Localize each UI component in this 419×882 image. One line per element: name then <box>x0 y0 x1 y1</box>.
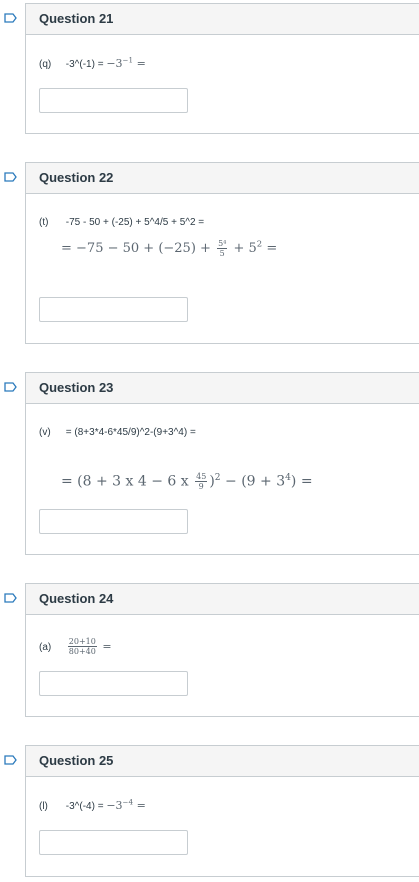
question-prompt: (t) -75 - 50 + (-25) + 5^4/5 + 5^2 = <box>39 216 204 230</box>
answer-input[interactable] <box>39 88 188 113</box>
question-label: (a) <box>39 641 52 653</box>
question-25: Question 25 (l) -3^(-4) = −3−4 = <box>25 745 419 877</box>
question-23: Question 23 (v) = (8+3*4-6*45/9)^2-(9+3^… <box>25 372 419 555</box>
math-expression: −3−1 = <box>106 55 146 70</box>
math-expression: = −75 − 50 + (−25) + 5⁴ 5 + 52 = <box>61 238 278 258</box>
question-label: (v) <box>39 427 51 438</box>
question-title: Question 24 <box>26 584 419 615</box>
math-expression: = (8 + 3 x 4 − 6 x 45 9)2 − (9 + 34) = <box>61 472 313 491</box>
question-text: = (8+3*4-6*45/9)^2-(9+3^4) = <box>65 427 196 438</box>
question-21: Question 21 (q) -3^(-1) = −3−1 = <box>25 3 419 134</box>
flag-icon[interactable] <box>4 13 17 23</box>
question-text: -3^(-1) = <box>65 59 107 70</box>
answer-input[interactable] <box>39 297 188 322</box>
question-prompt: (l) -3^(-4) = −3−4 = <box>39 797 146 814</box>
question-text: -3^(-4) = <box>65 801 104 812</box>
question-prompt: (q) -3^(-1) = −3−1 = <box>39 55 146 72</box>
math-expression: 20+10 80+40 = <box>67 637 112 656</box>
question-text: -75 - 50 + (-25) + 5^4/5 + 5^2 = <box>65 217 205 228</box>
answer-input[interactable] <box>39 509 188 534</box>
question-label: (t) <box>39 217 49 228</box>
question-24: Question 24 (a) 20+10 80+40 = <box>25 583 419 717</box>
answer-input[interactable] <box>39 671 188 696</box>
flag-icon[interactable] <box>4 382 17 392</box>
question-title: Question 25 <box>26 746 419 777</box>
question-title: Question 22 <box>26 163 419 194</box>
answer-input[interactable] <box>39 830 188 855</box>
question-label: (l) <box>39 801 48 812</box>
math-expression: −3−4 = <box>106 797 146 812</box>
question-title: Question 23 <box>26 373 419 404</box>
question-label: (q) <box>39 59 52 70</box>
question-prompt: (v) = (8+3*4-6*45/9)^2-(9+3^4) = <box>39 426 196 440</box>
flag-icon[interactable] <box>4 755 17 765</box>
flag-icon[interactable] <box>4 593 17 603</box>
question-title: Question 21 <box>26 4 419 35</box>
question-22: Question 22 (t) -75 - 50 + (-25) + 5^4/5… <box>25 162 419 344</box>
flag-icon[interactable] <box>4 172 17 182</box>
question-prompt: (a) 20+10 80+40 = <box>39 637 112 656</box>
